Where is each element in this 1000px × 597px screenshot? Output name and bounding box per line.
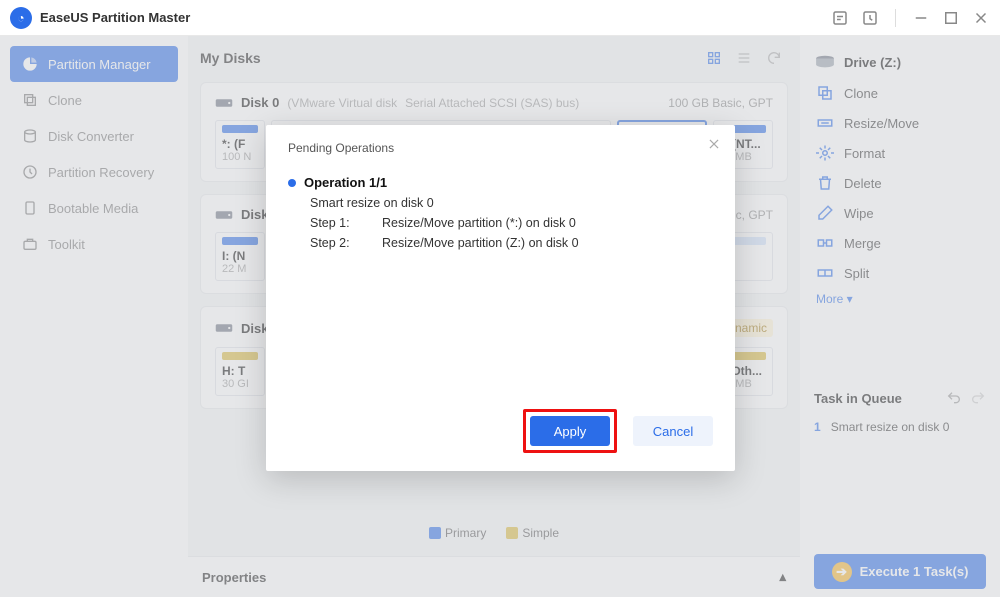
separator [895,9,896,27]
step-label: Step 2: [310,236,360,250]
cancel-button[interactable]: Cancel [633,416,713,446]
updates-icon[interactable] [861,9,879,27]
minimize-icon[interactable] [912,9,930,27]
window-controls [831,9,990,27]
pending-operations-dialog: Pending Operations Operation 1/1 Smart r… [266,125,735,471]
operation-summary: Smart resize on disk 0 [310,196,713,210]
step-desc: Resize/Move partition (*:) on disk 0 [382,216,576,230]
feedback-icon[interactable] [831,9,849,27]
step-label: Step 1: [310,216,360,230]
app-icon: ◔ [10,7,32,29]
apply-button[interactable]: Apply [530,416,610,446]
operation-heading: Operation 1/1 [288,175,713,190]
bullet-icon [288,179,296,187]
dialog-title: Pending Operations [288,141,713,155]
apply-highlight: Apply [523,409,617,453]
operation-step-2: Step 2: Resize/Move partition (Z:) on di… [310,236,713,250]
titlebar: ◔ EaseUS Partition Master [0,0,1000,36]
close-icon[interactable] [707,137,721,151]
maximize-icon[interactable] [942,9,960,27]
operation-title: Operation 1/1 [304,175,387,190]
operation-step-1: Step 1: Resize/Move partition (*:) on di… [310,216,713,230]
step-desc: Resize/Move partition (Z:) on disk 0 [382,236,579,250]
operation-name: Smart resize on disk 0 [310,196,434,210]
app-title: EaseUS Partition Master [40,10,190,25]
close-icon[interactable] [972,9,990,27]
